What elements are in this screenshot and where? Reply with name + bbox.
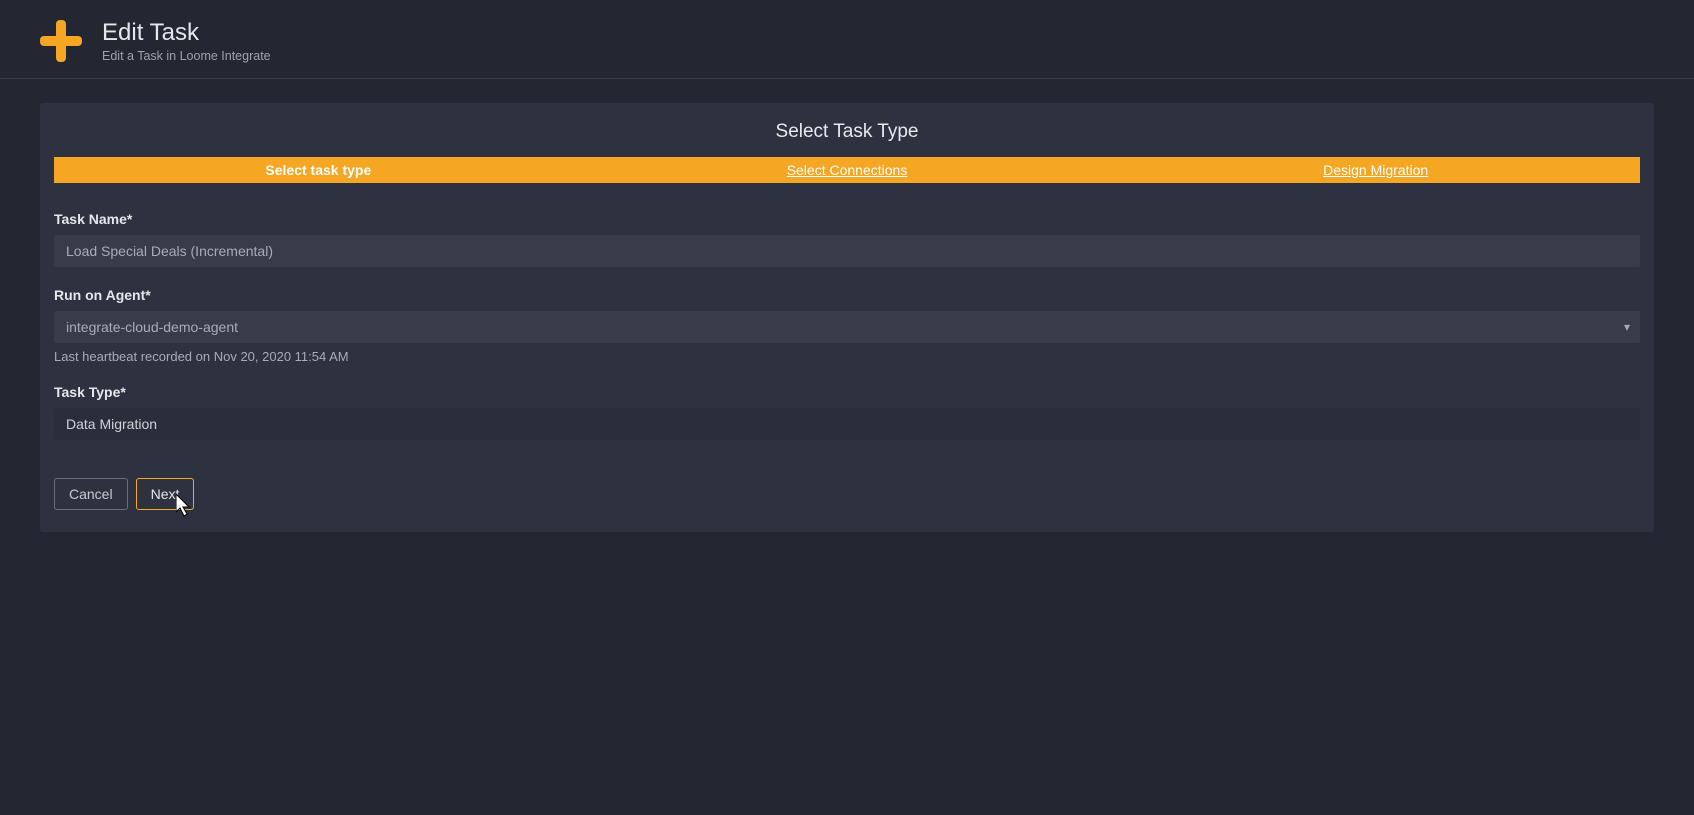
task-name-label: Task Name* [54,211,1640,227]
wizard-tabs: Select task type Select Connections Desi… [54,157,1640,183]
task-form: Task Name* Run on Agent* integrate-cloud… [40,183,1654,440]
agent-heartbeat-text: Last heartbeat recorded on Nov 20, 2020 … [54,349,1640,364]
cancel-button[interactable]: Cancel [54,478,128,510]
wizard-panel: Select Task Type Select task type Select… [40,103,1654,532]
next-button[interactable]: Next [136,478,195,510]
page-header: Edit Task Edit a Task in Loome Integrate [0,0,1694,79]
task-type-value: Data Migration [54,408,1640,440]
page-subtitle: Edit a Task in Loome Integrate [102,49,271,63]
panel-title: Select Task Type [40,121,1654,143]
tab-design-migration[interactable]: Design Migration [1111,157,1640,183]
page-title: Edit Task [102,19,271,48]
tab-select-connections[interactable]: Select Connections [583,157,1112,183]
task-name-input[interactable] [54,235,1640,267]
agent-select[interactable]: integrate-cloud-demo-agent [54,311,1640,343]
agent-label: Run on Agent* [54,287,1640,303]
tab-select-task-type[interactable]: Select task type [54,157,583,183]
task-type-label: Task Type* [54,384,1640,400]
plus-icon [38,18,84,64]
